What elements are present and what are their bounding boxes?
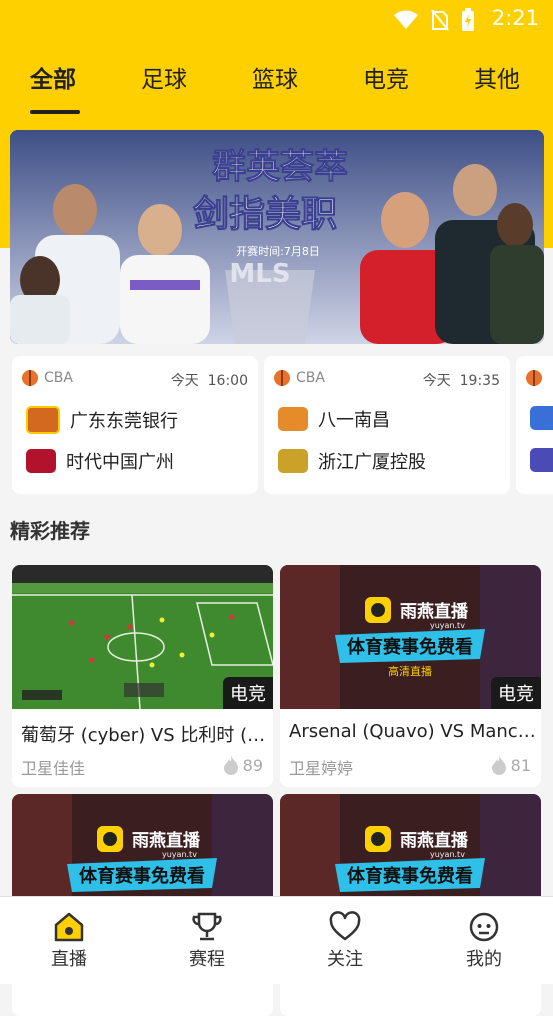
poster-brand: 雨燕直播 xyxy=(400,601,469,622)
status-bar: 2:21 xyxy=(0,0,553,40)
section-title: 精彩推荐 xyxy=(10,519,90,543)
team-logo-icon xyxy=(26,406,60,434)
away-team-name: 时代中国广州 xyxy=(66,452,174,473)
away-team: 时代中国广州 xyxy=(26,448,174,474)
nav-label: 赛程 xyxy=(189,949,225,970)
basketball-icon xyxy=(22,370,38,386)
poster-site: yuyan.tv xyxy=(162,850,197,859)
poster-sub: 高清直播 xyxy=(388,664,432,678)
status-icons xyxy=(393,8,475,32)
video-author: 卫星佳佳 xyxy=(21,759,86,778)
away-team-name: 浙江广厦控股 xyxy=(318,452,426,473)
tab-football[interactable]: 足球 xyxy=(141,60,187,94)
match-clock: 19:35 xyxy=(459,373,500,389)
home-team xyxy=(530,406,553,430)
wifi-icon xyxy=(394,10,418,29)
video-title: Arsenal (Quavo) VS Manchester xyxy=(289,721,537,742)
video-title: 葡萄牙 (cyber) VS 比利时 (cyber) xyxy=(21,725,269,746)
team-logo-icon xyxy=(530,406,553,430)
home-team: 广东东莞银行 xyxy=(26,406,178,434)
league-label: CBA xyxy=(274,370,325,386)
flame-icon xyxy=(223,756,238,775)
nav-profile[interactable]: 我的 xyxy=(444,911,524,971)
match-day: 今天 xyxy=(422,373,451,389)
match-card-partial[interactable] xyxy=(516,356,553,494)
match-clock: 16:00 xyxy=(207,373,248,389)
team-logo-icon xyxy=(278,407,308,431)
nav-live[interactable]: 直播 xyxy=(29,911,109,971)
flame-icon xyxy=(491,756,506,775)
nav-follow[interactable]: 关注 xyxy=(305,911,385,971)
nav-schedule[interactable]: 赛程 xyxy=(167,911,247,971)
home-team-name: 广东东莞银行 xyxy=(70,411,178,432)
home-team-name: 八一南昌 xyxy=(318,410,390,431)
heat-count: 89 xyxy=(222,755,263,775)
away-team xyxy=(530,448,553,472)
home-team: 八一南昌 xyxy=(278,406,390,432)
away-team: 浙江广厦控股 xyxy=(278,448,426,474)
poster-slogan: 体育赛事免费看 xyxy=(347,865,473,887)
face-icon xyxy=(469,912,499,942)
tab-basketball[interactable]: 篮球 xyxy=(252,60,298,94)
poster-slogan: 体育赛事免费看 xyxy=(347,636,473,658)
promo-banner[interactable]: 群英荟萃 剑指美职 开赛时间:7月8日 MLS xyxy=(10,130,544,344)
match-card[interactable]: CBA 今天 16:00 广东东莞银行 时代中国广州 xyxy=(12,356,258,494)
video-card[interactable]: 雨燕直播 yuyan.tv 体育赛事免费看 高清直播 电竞 Arsenal (Q… xyxy=(280,565,541,787)
match-carousel: CBA 今天 16:00 广东东莞银行 时代中国广州 CBA 今天 19:35 … xyxy=(12,356,553,494)
league-label xyxy=(526,370,542,386)
banner-subtitle: 开赛时间:7月8日 xyxy=(236,244,320,258)
video-card[interactable]: 电竞 葡萄牙 (cyber) VS 比利时 (cyber) 卫星佳佳 89 xyxy=(12,565,273,787)
league-name: CBA xyxy=(296,370,325,386)
heat-value: 81 xyxy=(510,755,531,775)
match-time: 今天 19:35 xyxy=(423,370,500,390)
nav-label: 关注 xyxy=(327,949,363,970)
match-card[interactable]: CBA 今天 19:35 八一南昌 浙江广厦控股 xyxy=(264,356,510,494)
video-thumbnail: 电竞 xyxy=(12,565,273,709)
category-tabs: 全部 足球 篮球 电竞 其他 xyxy=(0,60,553,116)
tab-all[interactable]: 全部 xyxy=(30,60,76,94)
nav-label: 直播 xyxy=(51,949,87,970)
poster-brand: 雨燕直播 xyxy=(132,830,201,851)
poster-slogan: 体育赛事免费看 xyxy=(79,865,205,887)
heart-icon xyxy=(329,911,361,941)
video-author: 卫星婷婷 xyxy=(289,759,354,778)
heat-value: 89 xyxy=(242,755,263,775)
poster-site: yuyan.tv xyxy=(430,621,465,630)
home-icon xyxy=(54,912,84,942)
category-tag: 电竞 xyxy=(491,677,541,709)
bottom-nav: 直播 赛程 关注 我的 xyxy=(0,896,553,984)
status-time: 2:21 xyxy=(491,6,539,30)
poster-brand: 雨燕直播 xyxy=(400,830,469,851)
team-logo-icon xyxy=(530,448,553,472)
heat-count: 81 xyxy=(490,755,531,775)
tab-other[interactable]: 其他 xyxy=(474,60,520,94)
active-tab-indicator xyxy=(30,110,80,114)
no-sim-icon xyxy=(431,9,449,31)
match-time: 今天 16:00 xyxy=(171,370,248,390)
league-label: CBA xyxy=(22,370,73,386)
banner-headline-1: 群英荟萃 xyxy=(212,147,348,187)
tab-esports[interactable]: 电竞 xyxy=(363,60,409,94)
nav-label: 我的 xyxy=(466,949,502,970)
banner-logo-text: MLS xyxy=(229,259,290,289)
team-logo-icon xyxy=(26,449,56,473)
video-thumbnail: 雨燕直播 yuyan.tv 体育赛事免费看 高清直播 电竞 xyxy=(280,565,541,709)
match-day: 今天 xyxy=(170,373,199,389)
banner-artwork: 群英荟萃 剑指美职 开赛时间:7月8日 MLS xyxy=(10,130,544,344)
category-tag: 电竞 xyxy=(223,677,273,709)
trophy-icon xyxy=(192,912,222,941)
banner-headline-2: 剑指美职 xyxy=(193,193,337,235)
poster-site: yuyan.tv xyxy=(430,850,465,859)
battery-charging-icon xyxy=(462,8,474,31)
league-name: CBA xyxy=(44,370,73,386)
basketball-icon xyxy=(526,370,542,386)
team-logo-icon xyxy=(278,449,308,473)
basketball-icon xyxy=(274,370,290,386)
